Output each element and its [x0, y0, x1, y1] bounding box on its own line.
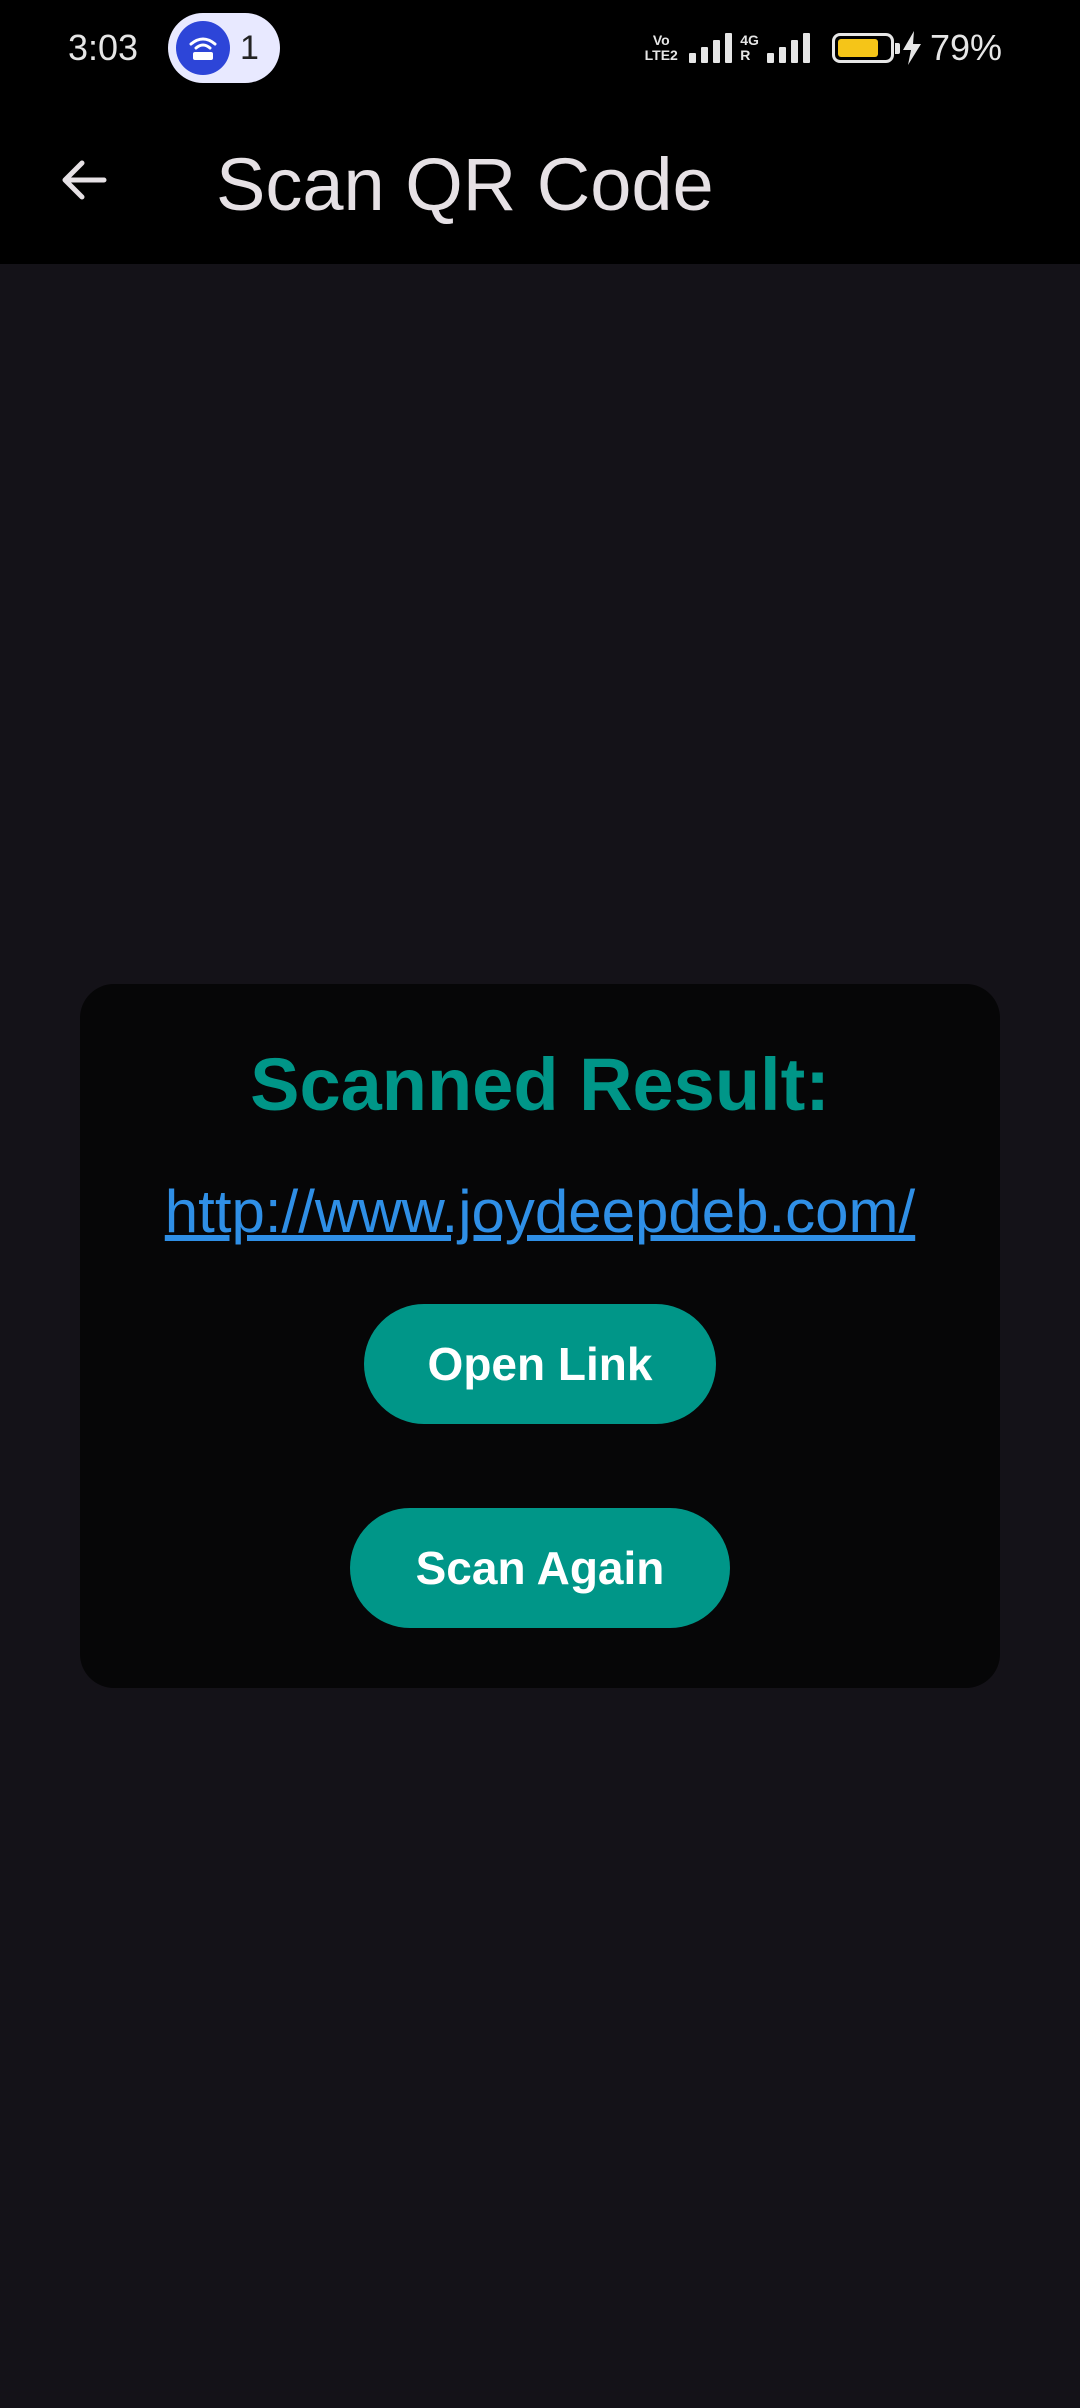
battery-icon — [831, 33, 900, 63]
hotspot-indicator[interactable]: 1 — [168, 13, 280, 83]
signal-icon — [689, 33, 733, 63]
volte-bottom-label: LTE2 — [644, 47, 678, 63]
network-up-label: 4G — [740, 32, 759, 48]
network-down-label: R — [740, 47, 751, 63]
arrow-left-icon — [62, 160, 107, 200]
status-icons: Vo LTE2 4G R 79% — [641, 20, 1002, 76]
volte-top-label: Vo — [652, 32, 670, 48]
status-time: 3:03 — [68, 27, 139, 68]
battery-tip — [894, 43, 900, 54]
result-heading: Scanned Result: — [250, 1043, 830, 1126]
status-bar: 3:03 1 Vo LTE2 4G R 79% — [0, 0, 1080, 96]
volte-icon: Vo LTE2 — [641, 33, 681, 63]
app-bar: Scan QR Code — [0, 96, 1080, 264]
charging-bolt-icon — [902, 31, 921, 65]
4g-signal-icon — [766, 33, 810, 63]
open-link-button[interactable]: Open Link — [364, 1304, 716, 1424]
hotspot-count: 1 — [240, 29, 259, 67]
battery-fill — [837, 39, 878, 57]
battery-percent: 79% — [929, 27, 1002, 68]
back-button[interactable] — [44, 140, 124, 220]
scan-again-button[interactable]: Scan Again — [350, 1508, 730, 1628]
result-link[interactable]: http://www.joydeepdeb.com/ — [80, 1176, 1000, 1248]
wifi-hotspot-icon — [176, 21, 230, 75]
result-card: Scanned Result: http://www.joydeepdeb.co… — [80, 984, 1000, 1688]
4g-label-icon: 4G R — [740, 33, 759, 63]
page-title: Scan QR Code — [216, 143, 714, 226]
